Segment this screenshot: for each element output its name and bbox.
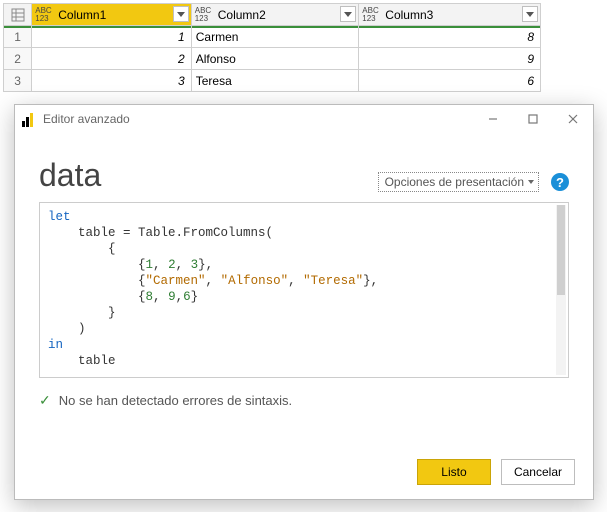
table-row[interactable]: 2 2 Alfonso 9 [4, 48, 541, 70]
scrollbar[interactable] [556, 205, 566, 375]
column-header-label: Column2 [218, 8, 266, 22]
cell[interactable]: Carmen [191, 26, 359, 48]
column-header-3[interactable]: ABC 123 Column3 [359, 4, 541, 26]
cell[interactable]: 9 [359, 48, 541, 70]
column-header-1[interactable]: ABC 123 Column1 [32, 4, 191, 26]
type-any-icon: ABC 123 [362, 7, 380, 23]
dialog-title: Editor avanzado [43, 112, 130, 126]
column-header-2[interactable]: ABC 123 Column2 [191, 4, 359, 26]
row-number: 1 [4, 26, 32, 48]
cell[interactable]: Alfonso [191, 48, 359, 70]
row-number: 3 [4, 70, 32, 92]
type-any-icon: ABC 123 [195, 7, 213, 23]
cell[interactable]: 8 [359, 26, 541, 48]
cell[interactable]: 6 [359, 70, 541, 92]
help-icon[interactable]: ? [551, 173, 569, 191]
column-header-label: Column1 [58, 8, 106, 22]
cell[interactable]: 3 [32, 70, 191, 92]
cancel-button[interactable]: Cancelar [501, 459, 575, 485]
done-button[interactable]: Listo [417, 459, 491, 485]
close-button[interactable] [553, 105, 593, 133]
scrollbar-thumb[interactable] [557, 205, 565, 295]
minimize-button[interactable] [473, 105, 513, 133]
query-name: data [39, 157, 101, 194]
cell[interactable]: 1 [32, 26, 191, 48]
advanced-editor-dialog: Editor avanzado data Opciones de present… [14, 104, 594, 500]
syntax-status: ✓ No se han detectado errores de sintaxi… [39, 392, 569, 409]
data-grid: ABC 123 Column1 ABC 123 Column2 ABC 123 … [3, 3, 541, 92]
filter-dropdown-icon[interactable] [340, 6, 356, 22]
filter-dropdown-icon[interactable] [522, 6, 538, 22]
filter-dropdown-icon[interactable] [173, 6, 189, 22]
row-number: 2 [4, 48, 32, 70]
syntax-status-text: No se han detectado errores de sintaxis. [59, 393, 292, 408]
cell[interactable]: Teresa [191, 70, 359, 92]
table-row[interactable]: 1 1 Carmen 8 [4, 26, 541, 48]
presentation-options-dropdown[interactable]: Opciones de presentación [378, 172, 539, 192]
type-any-icon: ABC 123 [35, 7, 53, 23]
column-header-label: Column3 [385, 8, 433, 22]
powerbi-icon [21, 111, 37, 127]
cell[interactable]: 2 [32, 48, 191, 70]
dialog-titlebar[interactable]: Editor avanzado [15, 105, 593, 133]
code-editor[interactable]: let table = Table.FromColumns( { {1, 2, … [39, 202, 569, 378]
check-icon: ✓ [39, 392, 51, 409]
table-row[interactable]: 3 3 Teresa 6 [4, 70, 541, 92]
maximize-button[interactable] [513, 105, 553, 133]
grid-corner[interactable] [4, 4, 32, 26]
